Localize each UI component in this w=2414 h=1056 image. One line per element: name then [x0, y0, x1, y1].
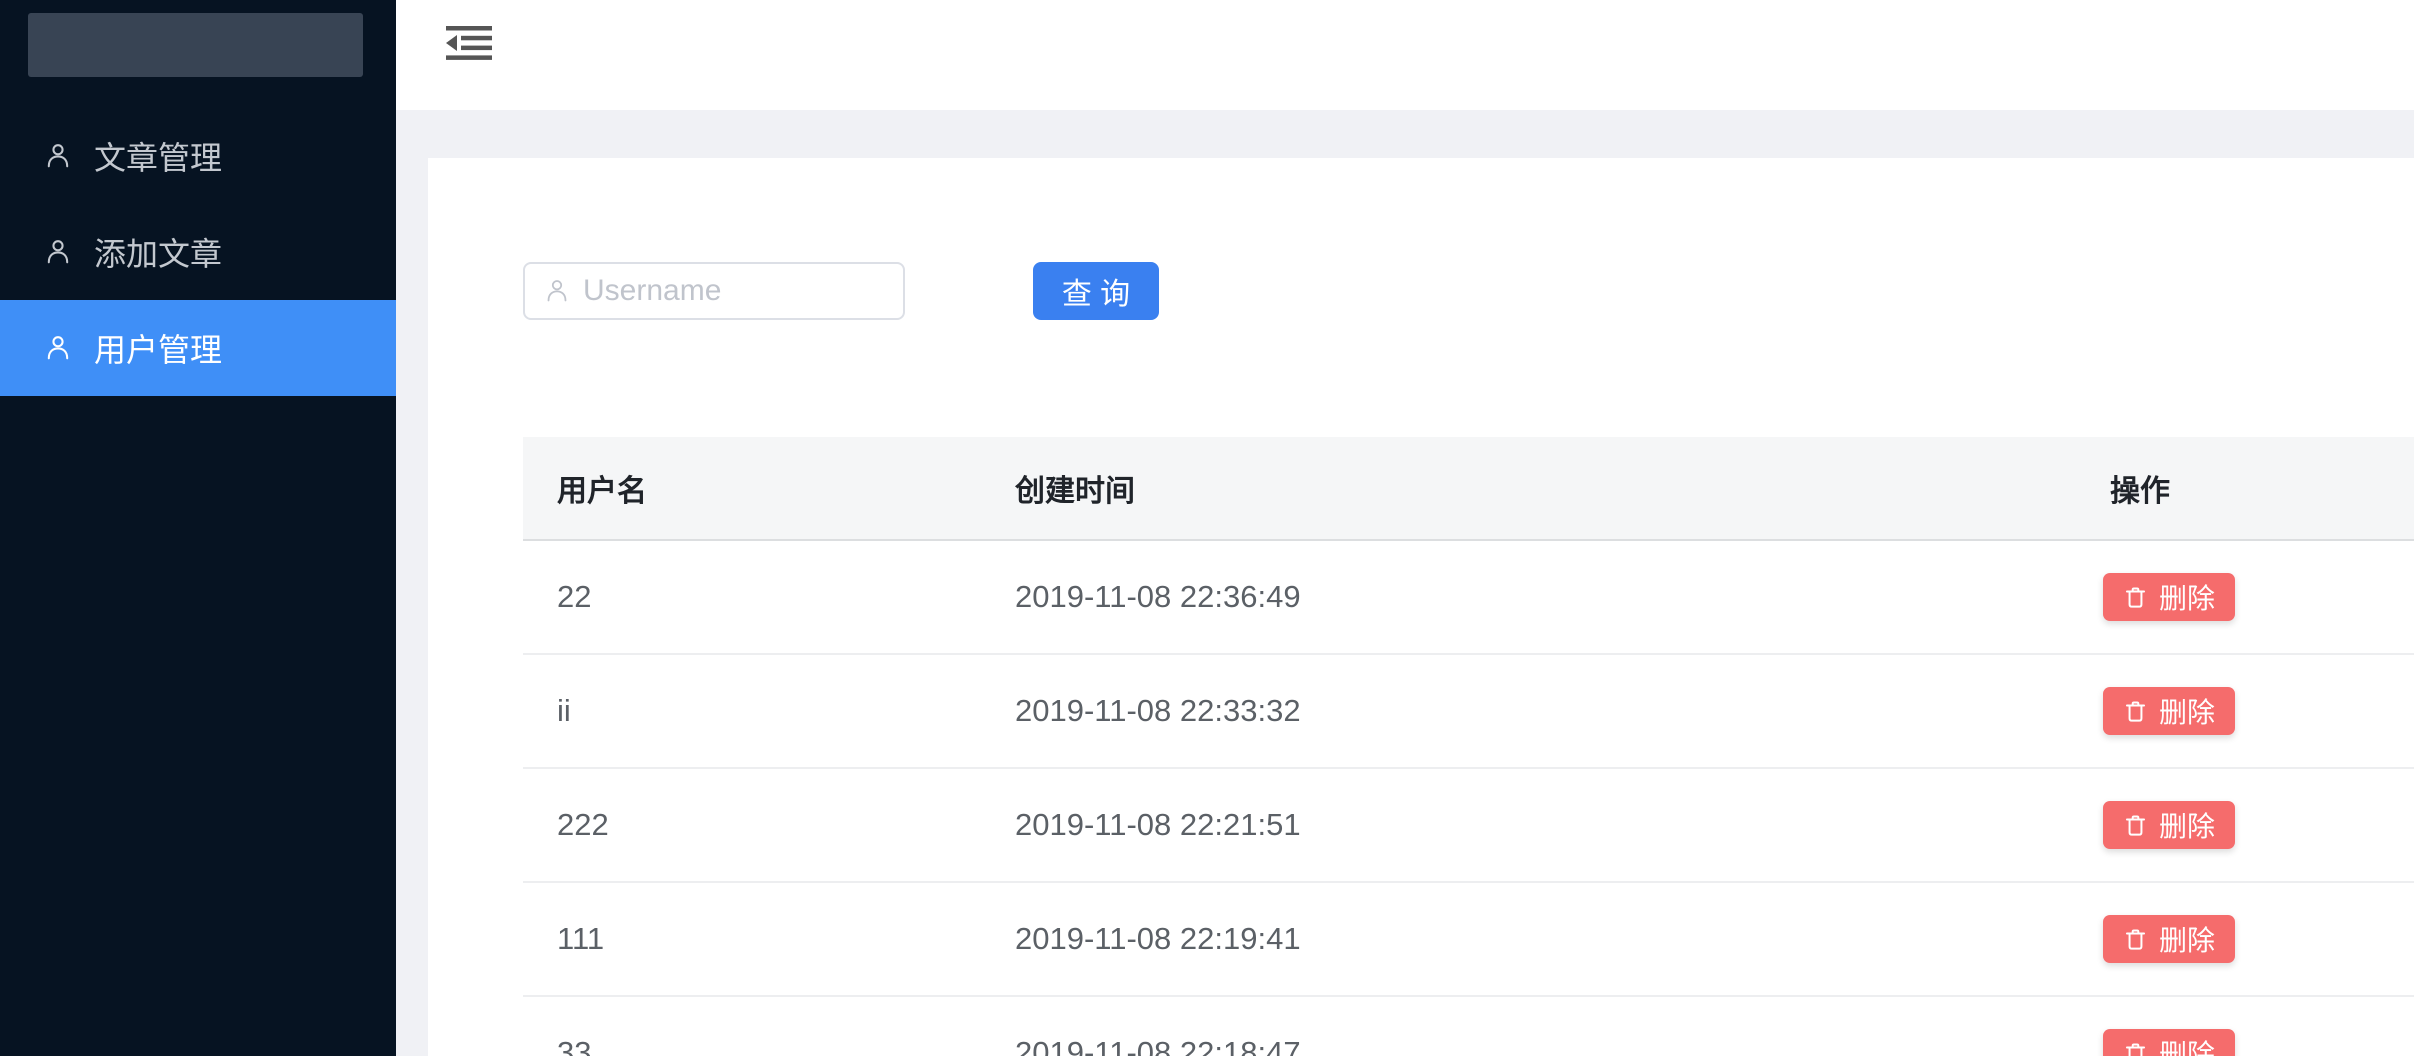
sidebar-item-0[interactable]: 文章管理	[0, 108, 396, 204]
topbar	[396, 0, 2414, 110]
trash-icon	[2123, 927, 2148, 952]
search-input-placeholder: Username	[583, 274, 722, 307]
user-icon	[45, 333, 71, 363]
trash-icon	[2123, 1041, 2148, 1056]
delete-button-label: 删除	[2158, 811, 2215, 842]
app-window: 文章管理 添加文章 用户管理 Username 查 询 用户名 创建时间 操作 …	[0, 0, 2414, 1056]
user-icon	[545, 278, 569, 304]
delete-button[interactable]: 删除	[2103, 573, 2235, 621]
delete-button[interactable]: 删除	[2103, 687, 2235, 735]
delete-button-label: 删除	[2158, 1039, 2215, 1056]
delete-button-label: 删除	[2158, 583, 2215, 614]
outdent-icon	[446, 26, 492, 60]
table-row: ii 2019-11-08 22:33:32 删除	[523, 655, 2414, 769]
cell-created-at: 2019-11-08 22:21:51	[1015, 807, 1301, 842]
cell-username: 22	[557, 579, 592, 614]
cell-username: 222	[557, 807, 609, 842]
logo-placeholder	[28, 13, 363, 77]
sidebar-menu: 文章管理 添加文章 用户管理	[0, 108, 396, 396]
users-table: 用户名 创建时间 操作 22 2019-11-08 22:36:49 删除 ii…	[523, 437, 2414, 1056]
table-row: 33 2019-11-08 22:18:47 删除	[523, 997, 2414, 1056]
table-row: 111 2019-11-08 22:19:41 删除	[523, 883, 2414, 997]
sidebar-item-2[interactable]: 用户管理	[0, 300, 396, 396]
content-card: Username 查 询 用户名 创建时间 操作 22 2019-11-08 2…	[428, 158, 2414, 1056]
cell-created-at: 2019-11-08 22:36:49	[1015, 579, 1301, 614]
delete-button[interactable]: 删除	[2103, 915, 2235, 963]
delete-button[interactable]: 删除	[2103, 1029, 2235, 1056]
sidebar-item-1[interactable]: 添加文章	[0, 204, 396, 300]
table-row: 222 2019-11-08 22:21:51 删除	[523, 769, 2414, 883]
search-input[interactable]: Username	[523, 262, 905, 320]
sidebar-menu-item-label: 文章管理	[94, 140, 223, 176]
query-button[interactable]: 查 询	[1033, 262, 1159, 320]
user-icon	[45, 237, 71, 267]
sidebar-menu-item-label: 用户管理	[94, 332, 223, 368]
collapse-sidebar-icon[interactable]	[444, 25, 494, 61]
column-header-actions: 操作	[2110, 475, 2170, 508]
cell-username: 33	[557, 1035, 592, 1056]
trash-icon	[2123, 585, 2148, 610]
column-header-username: 用户名	[557, 475, 647, 508]
delete-button[interactable]: 删除	[2103, 801, 2235, 849]
cell-created-at: 2019-11-08 22:18:47	[1015, 1035, 1301, 1056]
table-header-row: 用户名 创建时间 操作	[523, 437, 2414, 541]
sidebar-menu-item-label: 添加文章	[94, 236, 223, 272]
cell-username: ii	[557, 693, 571, 728]
sidebar: 文章管理 添加文章 用户管理	[0, 0, 396, 1056]
table-row: 22 2019-11-08 22:36:49 删除	[523, 541, 2414, 655]
trash-icon	[2123, 699, 2148, 724]
cell-username: 111	[557, 921, 605, 956]
delete-button-label: 删除	[2158, 697, 2215, 728]
delete-button-label: 删除	[2158, 925, 2215, 956]
trash-icon	[2123, 813, 2148, 838]
cell-created-at: 2019-11-08 22:33:32	[1015, 693, 1301, 728]
user-icon	[45, 141, 71, 171]
table-body: 22 2019-11-08 22:36:49 删除 ii 2019-11-08 …	[523, 541, 2414, 1056]
column-header-created-at: 创建时间	[1015, 475, 1135, 508]
cell-created-at: 2019-11-08 22:19:41	[1015, 921, 1301, 956]
